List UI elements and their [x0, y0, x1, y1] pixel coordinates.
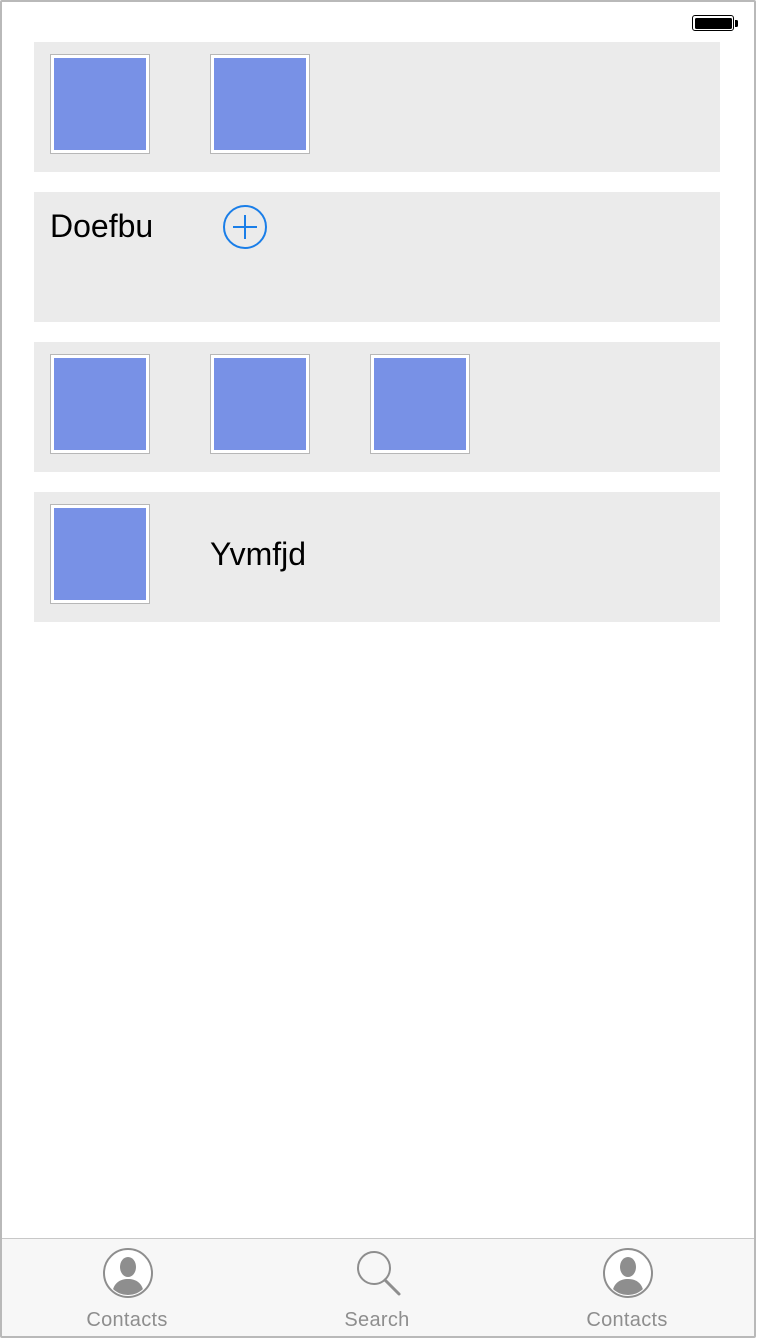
thumbnail[interactable] [50, 54, 150, 154]
add-button[interactable] [222, 204, 268, 250]
thumbnail-image [374, 358, 466, 450]
card-title: Doefbu [34, 192, 720, 322]
thumbnail[interactable] [370, 354, 470, 454]
thumbnail-image [214, 58, 306, 150]
tab-bar: Contacts Search Contacts [2, 1238, 754, 1336]
battery-full-icon [692, 15, 734, 31]
row-label: Yvmfjd [210, 536, 307, 572]
battery-level-fill [694, 17, 732, 29]
thumbnail[interactable] [210, 354, 310, 454]
tab-label: Contacts [86, 1309, 168, 1331]
battery-tip [735, 20, 738, 27]
thumbnail-image [54, 358, 146, 450]
card-thumbnails-2 [34, 42, 720, 172]
thumbnail[interactable] [210, 54, 310, 154]
card-thumbnails-3 [34, 342, 720, 472]
tab-label: Search [344, 1309, 410, 1331]
thumbnail-image [214, 358, 306, 450]
thumbnail-image [54, 58, 146, 150]
tab-label: Contacts [586, 1309, 668, 1331]
thumbnail[interactable] [50, 504, 150, 604]
thumbnail[interactable] [50, 354, 150, 454]
thumbnail-image [54, 508, 146, 600]
phone-screen: Doefbu Yvmfjd Contacts Search Contacts [0, 0, 756, 1338]
magnifier-icon [357, 1251, 401, 1296]
tab-contacts-2[interactable]: Contacts [502, 1239, 752, 1337]
card-title-text: Doefbu [50, 208, 154, 244]
person-icon [103, 1248, 153, 1298]
tab-search[interactable]: Search [252, 1239, 502, 1337]
card-thumbnail-label[interactable]: Yvmfjd [34, 492, 720, 622]
tab-contacts[interactable]: Contacts [2, 1239, 252, 1337]
status-bar [2, 2, 754, 42]
plus-circle-icon [223, 205, 267, 249]
person-icon [603, 1248, 653, 1298]
